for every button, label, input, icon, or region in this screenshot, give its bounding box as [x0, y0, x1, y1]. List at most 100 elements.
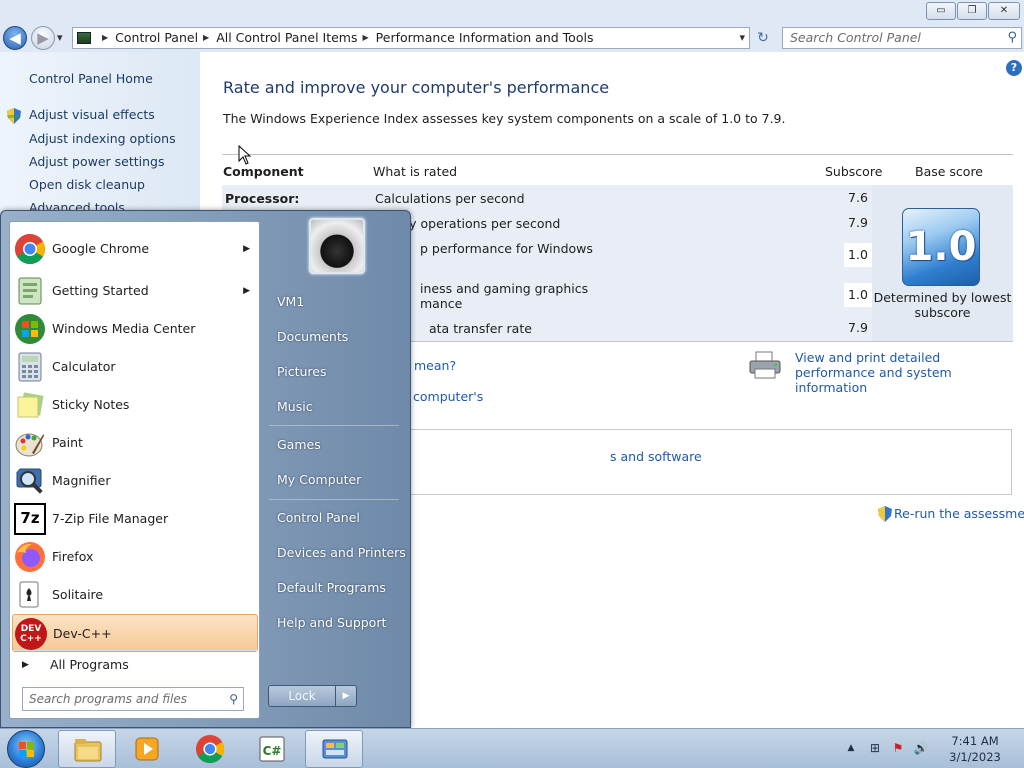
search-icon[interactable]: ⚲ — [1007, 28, 1017, 48]
start-menu: Google Chrome ▶ Getting Started ▶ Window… — [0, 210, 411, 728]
sidebar-adjust-visual-effects[interactable]: Adjust visual effects — [29, 107, 155, 122]
program-firefox[interactable]: Firefox — [12, 538, 258, 576]
taskbar-google-chrome[interactable] — [181, 730, 239, 768]
taskbar-windows-media-player[interactable] — [118, 730, 176, 768]
search-control-panel-input[interactable]: Search Control Panel ⚲ — [782, 27, 1022, 49]
chrome-icon — [14, 234, 46, 265]
start-item-my-computer[interactable]: My Computer — [267, 465, 403, 495]
divider — [269, 425, 399, 426]
row-what-is-rated: Calculations per second — [375, 191, 525, 206]
taskbar-control-panel[interactable] — [305, 730, 363, 768]
breadcrumb-separator-icon[interactable]: ▶ — [102, 28, 108, 48]
volume-icon[interactable]: 🔊 — [913, 740, 929, 756]
search-icon[interactable]: ⚲ — [229, 688, 238, 710]
header-subscore: Subscore — [825, 164, 883, 179]
start-item-help-support[interactable]: Help and Support — [267, 608, 403, 638]
row-subscore: 7.9 — [848, 215, 868, 230]
page-description: The Windows Experience Index assesses ke… — [223, 111, 786, 126]
start-item-music[interactable]: Music — [267, 392, 403, 422]
row-subscore: 7.9 — [848, 320, 868, 335]
network-icon[interactable]: ⊞ — [867, 740, 883, 756]
csharp-project-icon: C# — [259, 736, 285, 762]
taskbar-windows-explorer[interactable] — [58, 730, 116, 768]
maximize-button[interactable]: ❐ — [957, 2, 987, 20]
lock-button[interactable]: Lock — [268, 685, 336, 707]
control-panel-icon — [322, 739, 348, 759]
program-paint[interactable]: Paint — [12, 424, 258, 462]
start-button[interactable] — [7, 730, 45, 768]
rerun-assessment-link[interactable]: Re-run the assessment — [894, 506, 1024, 521]
search-programs-placeholder: Search programs and files — [29, 692, 187, 706]
svg-text:C#: C# — [263, 744, 282, 758]
view-print-details-link[interactable]: View and print detailed performance and … — [795, 350, 1020, 395]
start-item-default-programs[interactable]: Default Programs — [267, 573, 403, 603]
breadcrumb-all-items[interactable]: All Control Panel Items — [216, 28, 357, 48]
program-sticky-notes[interactable]: Sticky Notes — [12, 386, 258, 424]
row-what-is-rated: ata transfer rate — [429, 321, 532, 336]
show-hidden-icons-button[interactable]: ▲ — [843, 740, 859, 756]
program-label: Calculator — [52, 359, 116, 374]
row-what-is-rated: p performance for Windows — [420, 241, 593, 256]
close-button[interactable]: ✕ — [988, 2, 1020, 20]
program-calculator[interactable]: Calculator — [12, 348, 258, 386]
program-windows-media-center[interactable]: Windows Media Center — [12, 310, 258, 348]
program-label: 7-Zip File Manager — [52, 511, 169, 526]
start-item-pictures[interactable]: Pictures — [267, 357, 403, 387]
sidebar-adjust-indexing-options[interactable]: Adjust indexing options — [29, 131, 176, 146]
search-programs-input[interactable]: Search programs and files ⚲ — [22, 687, 244, 711]
sidebar-open-disk-cleanup[interactable]: Open disk cleanup — [29, 177, 145, 192]
start-item-games[interactable]: Games — [267, 430, 403, 460]
all-programs-arrow-icon: ▶ — [22, 660, 29, 670]
submenu-arrow-icon[interactable]: ▶ — [243, 272, 250, 310]
forward-button[interactable]: ▶ — [31, 26, 55, 50]
media-player-icon — [135, 737, 159, 761]
help-icon[interactable]: ? — [1006, 60, 1022, 76]
calculator-icon — [18, 352, 42, 382]
start-item-control-panel[interactable]: Control Panel — [267, 503, 403, 533]
software-link[interactable]: s and software — [610, 449, 702, 464]
shutdown-options-button[interactable]: ▶ — [335, 685, 357, 707]
sticky-notes-icon — [17, 392, 44, 418]
recent-pages-dropdown[interactable]: ▾ — [57, 28, 69, 48]
row-component: Processor: — [225, 191, 300, 206]
breadcrumb-control-panel[interactable]: Control Panel — [115, 28, 198, 48]
taskbar-visual-studio[interactable]: C# — [243, 730, 301, 768]
submenu-arrow-icon[interactable]: ▶ — [243, 230, 250, 268]
tips-improve-performance-link[interactable]: computer's — [413, 389, 483, 404]
start-item-documents[interactable]: Documents — [267, 322, 403, 352]
sidebar-adjust-power-settings[interactable]: Adjust power settings — [29, 154, 165, 169]
navigation-bar: ◀ ▶ ▾ ▶ Control Panel ▶ All Control Panel I… — [0, 24, 1024, 52]
breadcrumb-separator-icon[interactable]: ▶ — [363, 28, 369, 48]
address-dropdown-icon[interactable]: ▾ — [739, 28, 745, 48]
title-bar: ▭ ❐ ✕ — [0, 0, 1024, 24]
start-item-user[interactable]: VM1 — [267, 287, 403, 317]
minimize-button[interactable]: ▭ — [926, 2, 956, 20]
page-title: Rate and improve your computer's perform… — [223, 78, 610, 97]
program-dev-cpp[interactable]: DEV C++ Dev-C++ — [12, 614, 258, 652]
program-google-chrome[interactable]: Google Chrome ▶ — [12, 230, 258, 268]
firefox-icon — [15, 542, 45, 572]
printer-icon — [749, 351, 781, 379]
divider — [269, 499, 399, 500]
sidebar-control-panel-home[interactable]: Control Panel Home — [29, 71, 153, 86]
all-programs-button[interactable]: ▶ All Programs — [12, 650, 258, 678]
user-picture[interactable] — [309, 218, 365, 274]
program-getting-started[interactable]: Getting Started ▶ — [12, 272, 258, 310]
address-bar[interactable]: ▶ Control Panel ▶ All Control Panel Items ▶ P… — [72, 27, 750, 49]
chrome-icon — [195, 734, 225, 764]
clock[interactable]: 7:41 AM 3/1/2023 — [940, 733, 1010, 765]
back-button[interactable]: ◀ — [3, 26, 27, 50]
mouse-cursor-icon — [238, 145, 252, 165]
header-component: Component — [223, 164, 304, 179]
start-item-devices-printers[interactable]: Devices and Printers — [267, 538, 406, 568]
refresh-button[interactable]: ↻ — [752, 27, 774, 49]
what-do-numbers-mean-link[interactable]: mean? — [414, 358, 456, 373]
breadcrumb-performance[interactable]: Performance Information and Tools — [376, 28, 594, 48]
folder-icon — [74, 739, 102, 762]
breadcrumb-separator-icon[interactable]: ▶ — [203, 28, 209, 48]
program-solitaire[interactable]: Solitaire — [12, 576, 258, 614]
uac-shield-icon — [7, 108, 21, 124]
program-magnifier[interactable]: Magnifier — [12, 462, 258, 500]
action-center-icon[interactable]: ⚑ — [890, 740, 906, 756]
program-7zip[interactable]: 7z 7-Zip File Manager — [12, 500, 258, 538]
